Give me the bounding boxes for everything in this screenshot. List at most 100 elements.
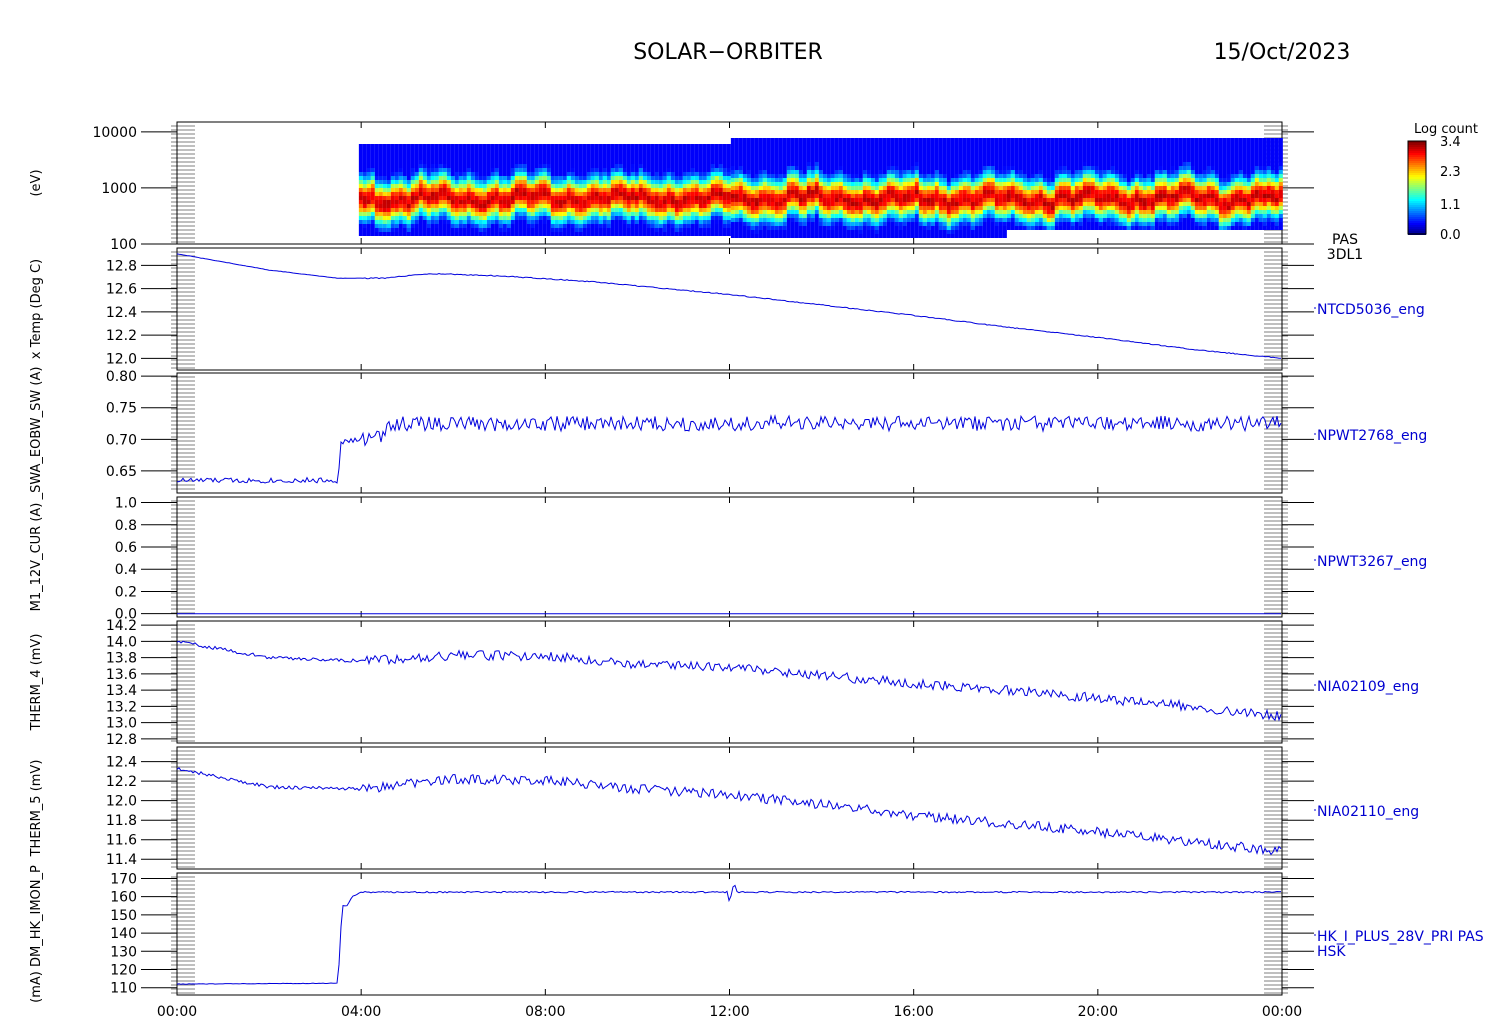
heatmap-cell [950, 230, 955, 234]
heatmap-cell [1022, 194, 1027, 198]
heatmap-cell [1126, 210, 1131, 214]
heatmap-cell [846, 162, 851, 166]
heatmap-cell [1098, 218, 1103, 222]
heatmap-cell [1058, 158, 1063, 162]
heatmap-cell [478, 200, 483, 204]
heatmap-cell [1074, 218, 1079, 222]
heatmap-cell [498, 192, 503, 196]
heatmap-cell [510, 208, 515, 212]
heatmap-cell [1090, 154, 1095, 158]
heatmap-cell [714, 168, 719, 172]
heatmap-cell [802, 234, 807, 238]
heatmap-cell [382, 208, 387, 212]
heatmap-cell [422, 176, 427, 180]
heatmap-cell [1118, 150, 1123, 154]
heatmap-cell [1018, 138, 1023, 142]
heatmap-cell [482, 172, 487, 176]
heatmap-cell [666, 184, 671, 188]
heatmap-cell [1010, 166, 1015, 170]
heatmap-cell [510, 180, 515, 184]
heatmap-cell [670, 224, 675, 228]
heatmap-cell [550, 196, 555, 200]
heatmap-cell [1118, 186, 1123, 190]
heatmap-cell [782, 198, 787, 202]
heatmap-cell [358, 164, 363, 168]
heatmap-cell [454, 224, 459, 228]
heatmap-cell [370, 144, 375, 148]
heatmap-cell [502, 168, 507, 172]
heatmap-cell [398, 160, 403, 164]
heatmap-cell [386, 188, 391, 192]
heatmap-cell [910, 154, 915, 158]
heatmap-cell [518, 212, 523, 216]
heatmap-cell [1178, 158, 1183, 162]
heatmap-cell [774, 138, 779, 142]
heatmap-cell [790, 198, 795, 202]
heatmap-cell [778, 210, 783, 214]
heatmap-cell [698, 216, 703, 220]
heatmap-cell [598, 204, 603, 208]
heatmap-cell [698, 156, 703, 160]
heatmap-cell [1122, 190, 1127, 194]
heatmap-cell [410, 224, 415, 228]
heatmap-cell [842, 206, 847, 210]
heatmap-cell [374, 148, 379, 152]
heatmap-cell [1178, 210, 1183, 214]
heatmap-cell [1014, 170, 1019, 174]
heatmap-cell [890, 226, 895, 230]
heatmap-cell [1022, 210, 1027, 214]
y-tick-label: 1000 [101, 181, 137, 197]
heatmap-cell [966, 142, 971, 146]
heatmap-cell [594, 220, 599, 224]
heatmap-cell [958, 174, 963, 178]
heatmap-cell [546, 156, 551, 160]
heatmap-cell [506, 212, 511, 216]
heatmap-cell [502, 144, 507, 148]
heatmap-cell [666, 220, 671, 224]
heatmap-cell [542, 204, 547, 208]
heatmap-cell [478, 212, 483, 216]
heatmap-cell [1174, 146, 1179, 150]
heatmap-cell [458, 228, 463, 232]
heatmap-cell [902, 206, 907, 210]
heatmap-cell [854, 218, 859, 222]
heatmap-cell [470, 204, 475, 208]
heatmap-cell [906, 198, 911, 202]
heatmap-cell [970, 170, 975, 174]
heatmap-cell [1174, 154, 1179, 158]
heatmap-cell [1142, 198, 1147, 202]
heatmap-cell [858, 142, 863, 146]
heatmap-cell [470, 164, 475, 168]
heatmap-cell [654, 200, 659, 204]
heatmap-cell [734, 178, 739, 182]
heatmap-cell [1078, 190, 1083, 194]
heatmap-cell [982, 234, 987, 238]
heatmap-cell [538, 160, 543, 164]
heatmap-cell [770, 182, 775, 186]
heatmap-cell [574, 232, 579, 236]
heatmap-cell [778, 190, 783, 194]
heatmap-cell [370, 148, 375, 152]
heatmap-cell [650, 172, 655, 176]
heatmap-cell [682, 224, 687, 228]
heatmap-cell [922, 190, 927, 194]
heatmap-cell [386, 172, 391, 176]
heatmap-cell [454, 212, 459, 216]
heatmap-cell [574, 168, 579, 172]
heatmap-cell [654, 192, 659, 196]
heatmap-cell [1030, 178, 1035, 182]
heatmap-cell [926, 186, 931, 190]
heatmap-cell [846, 218, 851, 222]
heatmap-cell [838, 206, 843, 210]
heatmap-cell [1058, 190, 1063, 194]
heatmap-cell [1050, 202, 1055, 206]
heatmap-cell [498, 172, 503, 176]
heatmap-cell [822, 210, 827, 214]
heatmap-cell [666, 212, 671, 216]
heatmap-cell [858, 234, 863, 238]
heatmap-cell [862, 150, 867, 154]
heatmap-cell [942, 178, 947, 182]
heatmap-cell [742, 210, 747, 214]
heatmap-cell [570, 156, 575, 160]
heatmap-cell [942, 214, 947, 218]
